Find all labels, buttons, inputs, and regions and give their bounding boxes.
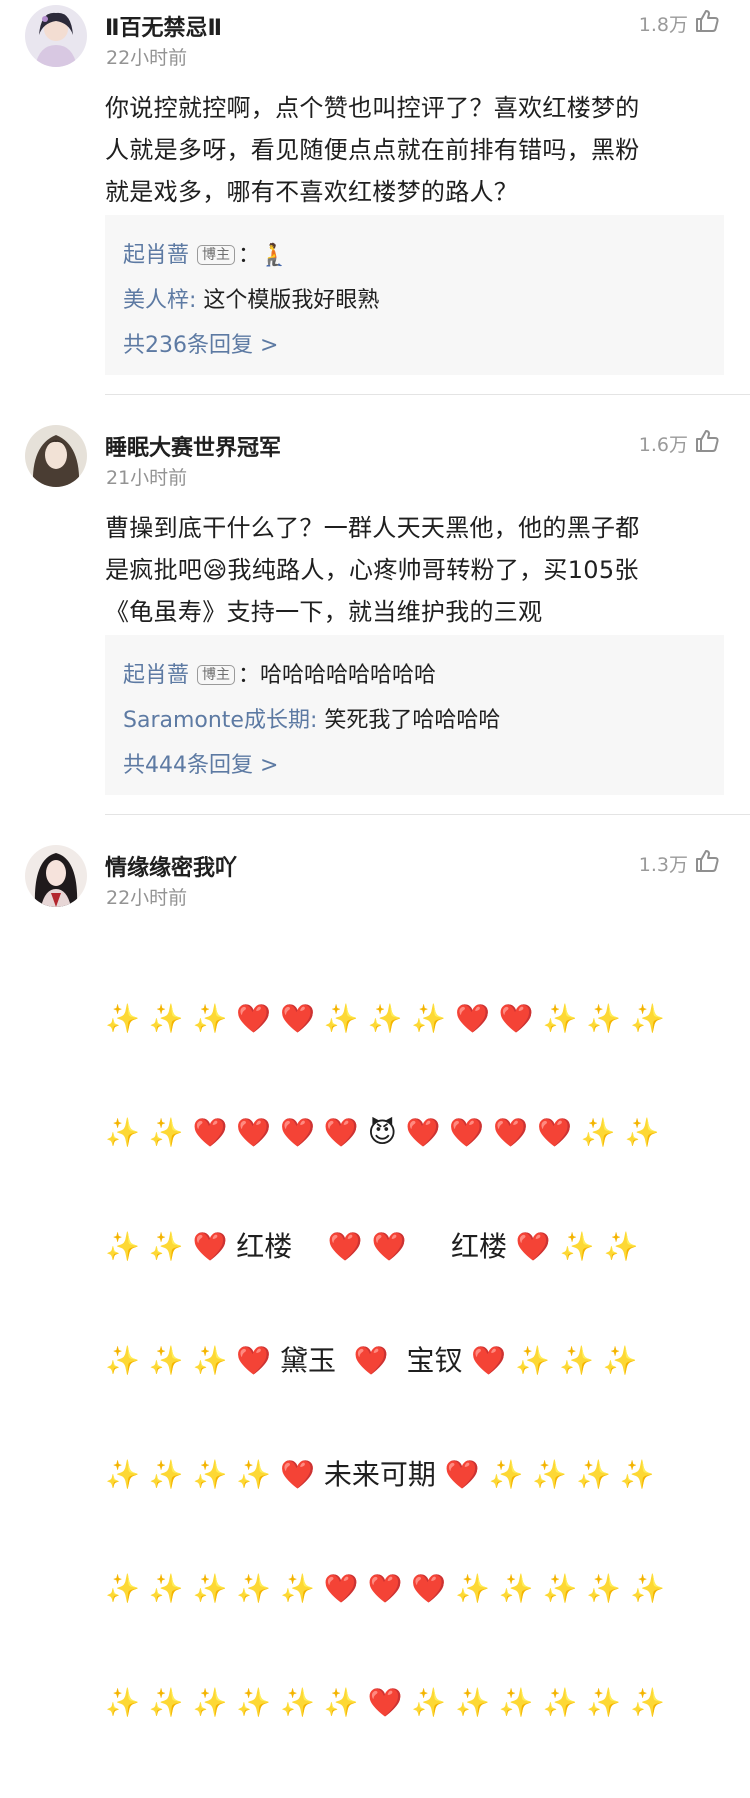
reply-author[interactable]: Saramonte成长期 <box>123 708 310 733</box>
reply-item: 起肖蔷 博主 ：哈哈哈哈哈哈哈哈 <box>123 657 436 689</box>
like-count: 1.3万 <box>638 854 688 876</box>
avatar[interactable] <box>25 425 87 487</box>
avatar[interactable] <box>25 5 87 67</box>
view-all-replies-link[interactable]: 共236条回复 > <box>123 327 278 359</box>
divider <box>105 394 750 395</box>
reply-content: 🧎 <box>260 243 288 268</box>
divider <box>105 814 750 815</box>
reply-item: 起肖蔷 博主 ：🧎 <box>123 237 287 269</box>
reply-content: 笑死我了哈哈哈哈 <box>317 708 501 733</box>
emoji-art-line: ✨ ✨ ✨ ❤️ ❤️ ✨ ✨ ✨ ❤️ ❤️ ✨ ✨ ✨ <box>105 1002 666 1035</box>
timestamp: 22小时前 <box>106 47 188 69</box>
reply-content: 哈哈哈哈哈哈哈哈 <box>260 663 437 688</box>
reply-box[interactable]: 起肖蔷 博主 ：哈哈哈哈哈哈哈哈 Saramonte成长期: 笑死我了哈哈哈哈 共4… <box>105 635 724 795</box>
author-badge: 博主 <box>197 245 236 265</box>
reply-author[interactable]: 美人梓 <box>123 288 189 313</box>
reply-separator: ： <box>238 243 261 268</box>
username[interactable]: 情缘缘密我吖 <box>105 850 237 882</box>
reply-item: Saramonte成长期: 笑死我了哈哈哈哈 <box>123 702 500 734</box>
avatar-image <box>25 845 87 907</box>
emoji-art-text: ✨ ✨ ✨ ❤️ ❤️ ✨ ✨ ✨ ❤️ ❤️ ✨ ✨ ✨ ✨ ✨ ❤️ ❤️ … <box>105 924 666 1798</box>
username[interactable]: Ⅱ百无禁忌Ⅱ <box>105 10 222 42</box>
thumbs-up-icon[interactable] <box>694 848 720 874</box>
avatar[interactable] <box>25 845 87 907</box>
emoji-art-line: ✨ ✨ ✨ ✨ ❤️ 未来可期 ❤️ ✨ ✨ ✨ ✨ <box>105 1458 655 1491</box>
reply-author[interactable]: 起肖蔷 <box>123 663 189 688</box>
like-count: 1.8万 <box>638 14 688 36</box>
like-count: 1.6万 <box>638 434 688 456</box>
comment-text: 曹操到底干什么了？一群人天天黑他，他的黑子都 是疯批吧😪我纯路人，心疼帅哥转粉了… <box>105 514 640 626</box>
reply-item: 美人梓: 这个模版我好眼熟 <box>123 282 379 314</box>
timestamp: 22小时前 <box>106 887 188 909</box>
emoji-art-line: ✨ ✨ ✨ ✨ ✨ ❤️ ❤️ ❤️ ✨ ✨ ✨ ✨ ✨ <box>105 1572 666 1605</box>
emoji-art-line: ✨ ✨ ❤️ 红楼 ❤️ ❤️ 红楼 ❤️ ✨ ✨ <box>105 1230 639 1263</box>
thumbs-up-icon[interactable] <box>694 8 720 34</box>
avatar-image <box>25 5 87 67</box>
reply-content: 这个模版我好眼熟 <box>196 288 380 313</box>
timestamp: 21小时前 <box>106 467 188 489</box>
avatar-image <box>25 425 87 487</box>
reply-box[interactable]: 起肖蔷 博主 ：🧎 美人梓: 这个模版我好眼熟 共236条回复 > <box>105 215 724 375</box>
reply-separator: ： <box>238 663 261 688</box>
thumbs-up-icon[interactable] <box>694 428 720 454</box>
emoji-art-line: ✨ ✨ ✨ ❤️ 黛玉 ❤️ 宝钗 ❤️ ✨ ✨ ✨ <box>105 1344 638 1377</box>
username[interactable]: 睡眠大赛世界冠军 <box>105 430 281 462</box>
author-badge: 博主 <box>197 665 236 685</box>
view-all-replies-link[interactable]: 共444条回复 > <box>123 747 278 779</box>
comment-text: 你说控就控啊，点个赞也叫控评了？喜欢红楼梦的 人就是多呀，看见随便点点就在前排有… <box>105 94 640 206</box>
emoji-art-line: ✨ ✨ ✨ ✨ ✨ ✨ ❤️ ✨ ✨ ✨ ✨ ✨ ✨ <box>105 1686 666 1719</box>
reply-author[interactable]: 起肖蔷 <box>123 243 189 268</box>
emoji-art-line: ✨ ✨ ❤️ ❤️ ❤️ ❤️ 😈 ❤️ ❤️ ❤️ ❤️ ✨ ✨ <box>105 1116 660 1149</box>
